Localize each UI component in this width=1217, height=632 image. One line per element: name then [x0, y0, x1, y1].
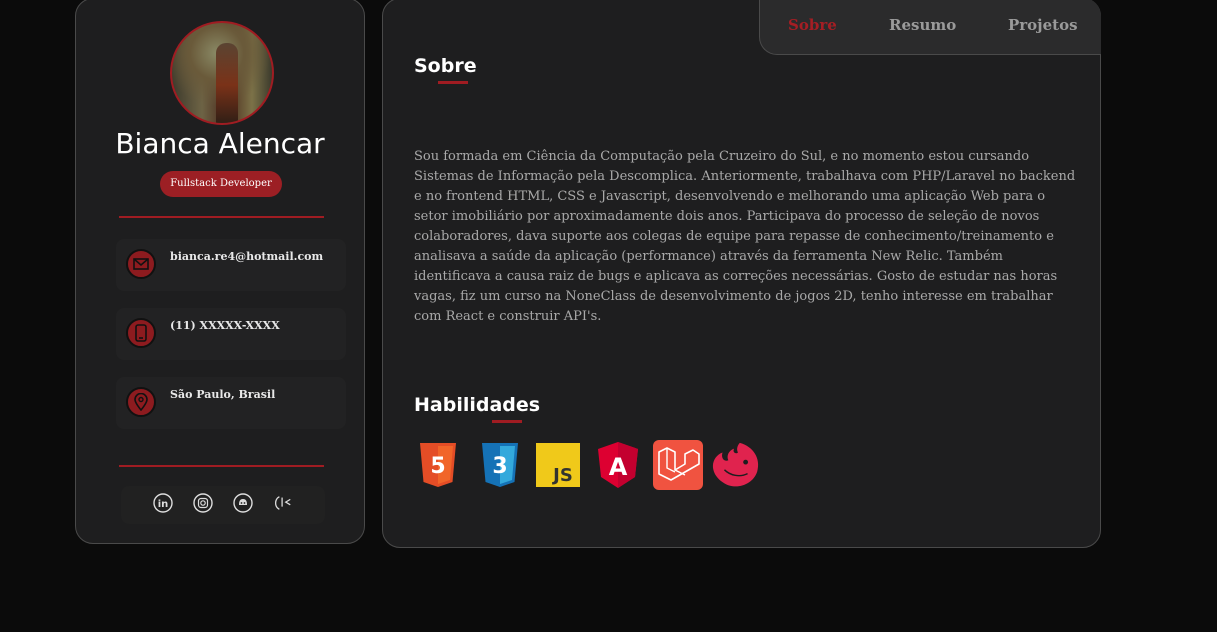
- javascript-icon: JS: [533, 440, 583, 490]
- svg-text:in: in: [158, 499, 169, 510]
- about-text: Sou formada em Ciência da Computação pel…: [414, 149, 1076, 324]
- about-heading: Sobre: [414, 55, 477, 77]
- html5-icon: 5: [413, 440, 463, 490]
- svg-text:5: 5: [430, 454, 445, 479]
- css3-icon: 3: [475, 440, 525, 490]
- tab-projetos[interactable]: Projetos: [1008, 16, 1078, 34]
- location-icon: [126, 387, 156, 417]
- laravel-icon: [653, 440, 703, 490]
- main-panel: Sobre Resumo Projetos Sobre Sou formada …: [382, 0, 1101, 548]
- github-icon[interactable]: [233, 493, 253, 513]
- role-badge: Fullstack Developer: [160, 171, 282, 197]
- divider-bottom: [119, 465, 324, 467]
- skills-heading: Habilidades: [414, 394, 541, 416]
- contact-email-text[interactable]: bianca.re4@hotmail.com: [170, 250, 323, 263]
- angular-icon: A: [593, 440, 643, 490]
- contact-location: São Paulo, Brasil: [116, 377, 346, 429]
- svg-text:JS: JS: [551, 465, 573, 486]
- profile-sidebar: Bianca Alencar Fullstack Developer bianc…: [75, 0, 365, 544]
- divider-top: [119, 216, 324, 218]
- contact-phone-text: (11) XXXXX-XXXX: [170, 319, 280, 332]
- avatar: [170, 21, 274, 125]
- nav-tabs: Sobre Resumo Projetos: [759, 0, 1101, 55]
- nestjs-icon: [711, 440, 761, 490]
- profile-name: Bianca Alencar: [115, 127, 325, 160]
- contact-email: bianca.re4@hotmail.com: [116, 239, 346, 291]
- phone-icon: [126, 318, 156, 348]
- skills-underline: [492, 420, 522, 423]
- social-links: in: [121, 486, 325, 524]
- instagram-icon[interactable]: [193, 493, 213, 513]
- contact-location-text: São Paulo, Brasil: [170, 388, 276, 401]
- tab-sobre[interactable]: Sobre: [788, 16, 837, 34]
- svg-text:3: 3: [492, 454, 507, 479]
- mail-icon: [126, 249, 156, 279]
- tab-resumo[interactable]: Resumo: [889, 16, 956, 34]
- contact-phone: (11) XXXXX-XXXX: [116, 308, 346, 360]
- linkedin-icon[interactable]: in: [153, 493, 173, 513]
- svg-text:A: A: [609, 453, 628, 481]
- about-underline: [438, 81, 468, 84]
- portfolio-icon[interactable]: [273, 493, 293, 513]
